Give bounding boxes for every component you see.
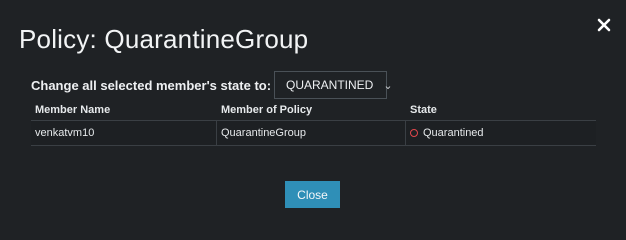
dialog-title: Policy: QuarantineGroup [19,24,309,54]
table-row[interactable]: venkatvm10 QuarantineGroup Quarantined [31,121,596,146]
cell-member-of-policy: QuarantineGroup [217,121,406,145]
close-button[interactable]: Close [285,181,340,208]
column-header-state[interactable]: State [406,100,596,120]
circle-status-icon [410,129,418,137]
members-table: Member Name Member of Policy State venka… [31,100,596,146]
cell-member-name: venkatvm10 [31,121,217,145]
cell-state-label: Quarantined [423,127,484,139]
chevron-down-icon: ⌄ [383,79,393,92]
table-header: Member Name Member of Policy State [31,100,596,121]
bulk-change-label: Change all selected member's state to: [31,77,272,93]
state-select-value: QUARANTINED [286,78,374,92]
column-header-member-name[interactable]: Member Name [31,100,217,120]
policy-dialog: Policy: QuarantineGroup Change all selec… [0,0,626,240]
column-header-member-of-policy[interactable]: Member of Policy [217,100,406,120]
bulk-change-row: Change all selected member's state to: [31,72,271,98]
cell-state: Quarantined [406,121,596,145]
close-icon[interactable] [596,17,612,33]
state-select[interactable]: QUARANTINED ⌄ [274,71,393,99]
